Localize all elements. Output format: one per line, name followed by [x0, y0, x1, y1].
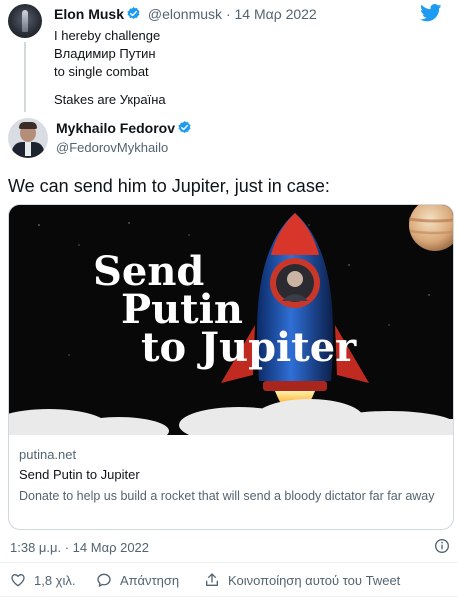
dot-separator: ·	[225, 6, 231, 22]
verified-icon	[178, 120, 191, 133]
tweet-author-name-text[interactable]: Mykhailo Fedorov	[56, 120, 175, 136]
twitter-bird-icon[interactable]	[420, 4, 442, 22]
share-action[interactable]: Κοινοποίηση αυτού του Tweet	[204, 572, 400, 588]
link-card[interactable]: Send Putin to Jupiter putina.net Send Pu…	[8, 204, 454, 530]
card-image-line-3: to Jupiter	[141, 324, 357, 371]
card-description: Donate to help us build a rocket that wi…	[19, 489, 435, 503]
thread-line	[24, 42, 26, 112]
heart-icon	[11, 574, 25, 587]
verified-icon	[127, 6, 140, 19]
like-count: 1,8 χιλ.	[34, 572, 76, 588]
like-action[interactable]: 1,8 χιλ.	[10, 572, 76, 588]
card-title: Send Putin to Jupiter	[19, 467, 140, 482]
tweet-text: We can send him to Jupiter, just in case…	[8, 176, 330, 196]
reply-icon	[97, 573, 111, 587]
tweet-timestamp[interactable]: 1:38 μ.μ. · 14 Μαρ 2022	[10, 540, 149, 555]
reply-label: Απάντηση	[120, 572, 180, 588]
share-icon	[206, 573, 218, 586]
quote-line-2: Владимир Путин	[54, 46, 156, 61]
tweet-author-handle[interactable]: @FedorovMykhailo	[56, 140, 168, 155]
quoted-author-name[interactable]: Elon Musk	[54, 6, 124, 22]
quoted-tweet-header: Elon Musk @elonmusk · 14 Μαρ 2022	[54, 6, 317, 22]
reply-action[interactable]: Απάντηση	[96, 572, 179, 588]
card-domain: putina.net	[19, 447, 77, 462]
bottom-divider	[0, 596, 458, 597]
share-label: Κοινοποίηση αυτού του Tweet	[228, 572, 401, 588]
card-image[interactable]: Send Putin to Jupiter	[9, 205, 453, 435]
divider	[0, 562, 458, 563]
fedorov-avatar[interactable]	[8, 118, 48, 158]
quoted-tweet-date[interactable]: 14 Μαρ 2022	[235, 6, 317, 22]
quote-line-5: Stakes are Україна	[54, 92, 166, 107]
quoted-author-handle[interactable]: @elonmusk	[148, 6, 222, 22]
info-icon[interactable]	[434, 538, 450, 554]
tweet-author-name[interactable]: Mykhailo Fedorov	[56, 120, 195, 136]
quote-line-1: I hereby challenge	[54, 28, 161, 43]
elon-avatar[interactable]	[8, 4, 42, 38]
quote-line-3: to single combat	[54, 64, 149, 79]
